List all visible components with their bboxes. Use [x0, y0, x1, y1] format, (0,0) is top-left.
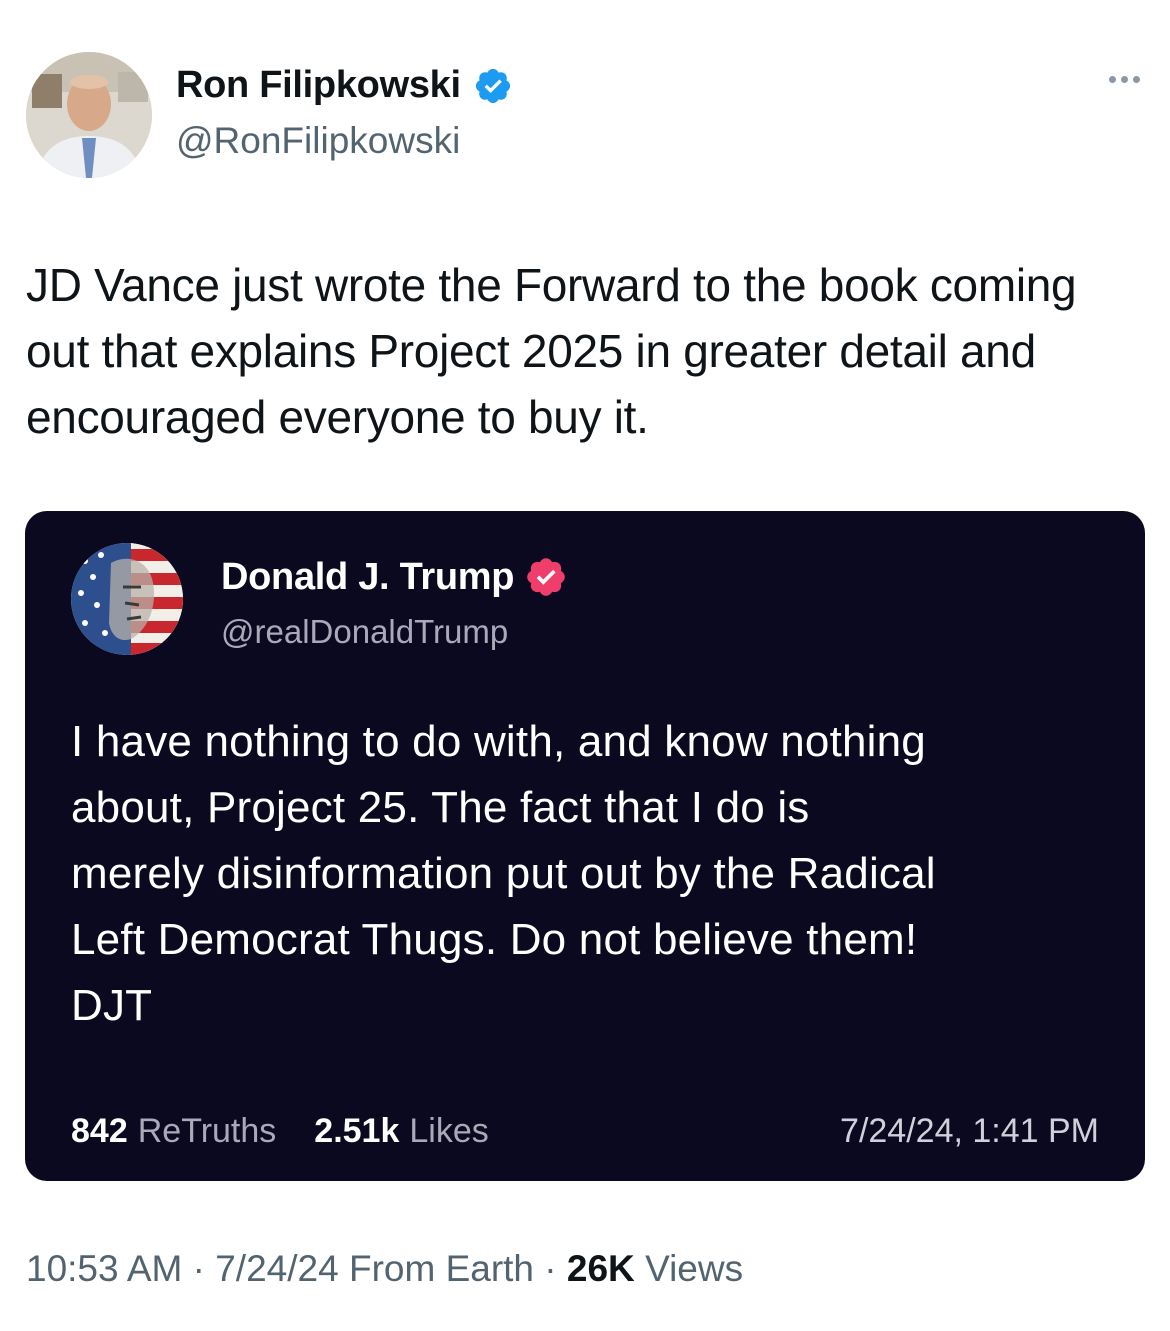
ellipsis-dot	[1121, 76, 1128, 83]
views-label: Views	[645, 1248, 744, 1289]
embedded-post-avatar[interactable]	[71, 543, 183, 655]
embedded-post-timestamp: 7/24/24, 1:41 PM	[840, 1111, 1099, 1150]
likes-count: 2.51k	[314, 1111, 400, 1150]
tweet-text: JD Vance just wrote the Forward to the b…	[26, 259, 1077, 443]
tweet-source: From Earth	[348, 1248, 535, 1289]
retruths-count: 842	[71, 1111, 128, 1150]
embedded-post-text-line: I have nothing to do with, and know noth…	[71, 717, 926, 766]
embedded-post-name-row: Donald J. Trump	[221, 555, 568, 599]
embedded-post-author-name[interactable]: Donald J. Trump	[221, 556, 515, 599]
author-avatar[interactable]	[26, 52, 152, 178]
meta-separator: ·	[192, 1248, 205, 1289]
tweet-meta-row: 10:53 AM · 7/24/24 From Earth · 26K View…	[26, 1248, 743, 1290]
retruths-label: ReTruths	[137, 1111, 277, 1150]
author-handle[interactable]: @RonFilipkowski	[176, 120, 460, 162]
meta-separator: ·	[544, 1248, 557, 1289]
embedded-post-text-line: about, Project 25. The fact that I do is	[71, 783, 810, 832]
ellipsis-dot	[1133, 76, 1140, 83]
verified-badge-icon	[475, 68, 510, 103]
likes-stat[interactable]: 2.51k Likes	[314, 1112, 488, 1151]
flag-portrait-icon	[71, 543, 183, 655]
author-name[interactable]: Ron Filipkowski	[176, 64, 461, 107]
embedded-post-footer: 842 ReTruths 2.51k Likes 7/24/24, 1:41 P…	[71, 1109, 1099, 1153]
embedded-post-text-line: DJT	[71, 981, 153, 1030]
embedded-post-handle[interactable]: @realDonaldTrump	[221, 613, 508, 651]
verified-badge-icon	[527, 558, 565, 596]
ellipsis-icon[interactable]	[1109, 76, 1140, 83]
author-avatar-image	[26, 52, 152, 178]
tweet-time[interactable]: 10:53 AM	[26, 1248, 182, 1289]
embedded-post-text: I have nothing to do with, and know noth…	[71, 709, 1111, 1039]
retruths-stat[interactable]: 842 ReTruths	[71, 1112, 276, 1151]
tweet-date[interactable]: 7/24/24	[215, 1248, 338, 1289]
embedded-post-text-line: Left Democrat Thugs. Do not believe them…	[71, 915, 918, 964]
embedded-post-text-line: merely disinformation put out by the Rad…	[71, 849, 936, 898]
author-name-row: Ron Filipkowski	[176, 64, 513, 107]
likes-label: Likes	[409, 1111, 489, 1150]
ellipsis-dot	[1109, 76, 1116, 83]
embedded-post-card[interactable]: Donald J. Trump @realDonaldTrump I have …	[25, 511, 1145, 1181]
views-count: 26K	[566, 1248, 635, 1289]
